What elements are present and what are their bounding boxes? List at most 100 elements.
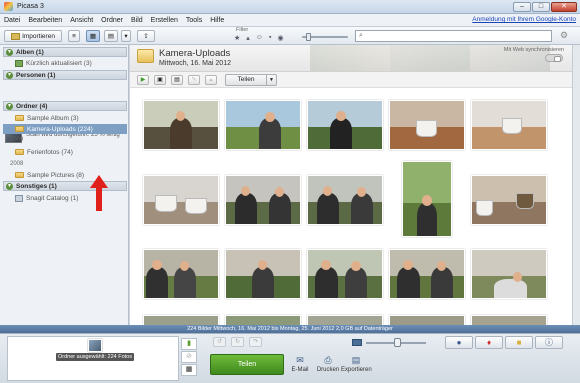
info-icon[interactable]: ⓘ xyxy=(535,336,563,349)
menu-bild[interactable]: Bild xyxy=(127,17,147,24)
photo-thumbnail[interactable] xyxy=(143,249,219,299)
rotate-right-icon[interactable]: ↻ xyxy=(231,337,244,347)
import-icon xyxy=(11,32,21,40)
clear-tray-icon[interactable]: ⊘ xyxy=(181,351,197,363)
menu-erstellen[interactable]: Erstellen xyxy=(147,17,182,24)
section-personen[interactable]: ▼ Personen (1) xyxy=(3,70,127,80)
tree-view-icon[interactable]: ▤ xyxy=(104,30,118,42)
maximize-button[interactable]: □ xyxy=(532,2,550,12)
photo-thumbnail[interactable] xyxy=(389,100,465,150)
scrollbar[interactable] xyxy=(572,45,580,325)
print-label: Drucken xyxy=(316,367,340,373)
google-account-link[interactable]: Anmeldung mit Ihrem Google-Konto xyxy=(472,16,576,23)
photo-thumbnail[interactable] xyxy=(389,249,465,299)
search-input[interactable]: ⌕ xyxy=(355,30,552,42)
collapse-icon[interactable]: ▼ xyxy=(6,182,13,190)
play-slideshow-icon[interactable]: ▶ xyxy=(137,75,149,85)
photo-thumbnail[interactable] xyxy=(307,100,383,150)
tags-icon[interactable]: ■ xyxy=(505,336,533,349)
album-share-label: Teilen xyxy=(237,76,255,83)
location-filter-icon[interactable]: ◉ xyxy=(277,34,283,42)
photo-thumbnail[interactable] xyxy=(143,175,219,225)
section-ordner[interactable]: ▼ Ordner (4) xyxy=(3,101,127,111)
star-filter-icon[interactable]: ★ xyxy=(234,34,240,42)
sidebar-item-recently-updated[interactable]: Kürzlich aktualisiert (3) xyxy=(3,58,127,68)
recent-album-icon xyxy=(15,59,23,67)
photo-thumbnail[interactable] xyxy=(471,100,547,150)
photo-thumbnail[interactable] xyxy=(389,315,465,325)
photo-tray-panel: Ordner ausgewählt: 224 Fotos ▮ ⊘ ▦ ↺ ↻ ↷… xyxy=(0,333,580,383)
minimize-button[interactable]: – xyxy=(513,2,531,12)
photo-thumbnail[interactable] xyxy=(225,175,301,225)
rotate-other-icon[interactable]: ↷ xyxy=(249,337,262,347)
photo-thumbnail[interactable] xyxy=(471,249,547,299)
export-button[interactable]: ▤ Exportieren xyxy=(341,355,372,374)
photo-thumbnail[interactable] xyxy=(143,315,219,325)
chevron-down-icon[interactable]: ▼ xyxy=(266,75,276,85)
email-label: E-Mail xyxy=(291,367,309,373)
gear-icon[interactable]: ⚙ xyxy=(557,30,571,42)
menu-bearbeiten[interactable]: Bearbeiten xyxy=(24,17,66,24)
photo-thumbnail[interactable] xyxy=(225,315,301,325)
share-button[interactable]: Teilen xyxy=(210,354,284,375)
people-icon[interactable]: ● xyxy=(445,336,473,349)
view-dropdown-icon[interactable]: ▾ xyxy=(121,30,131,42)
web-sync-toggle[interactable] xyxy=(545,54,563,62)
upload-icon[interactable]: ⇪ xyxy=(137,30,155,42)
photo-tray[interactable]: Ordner ausgewählt: 224 Fotos xyxy=(7,336,179,381)
section-ordner-label: Ordner (4) xyxy=(16,102,48,110)
photo-thumbnail[interactable] xyxy=(225,249,301,299)
photo-thumbnail[interactable] xyxy=(471,315,547,325)
album-share-button[interactable]: Teilen ▼ xyxy=(225,74,277,86)
photo-thumbnail[interactable] xyxy=(307,249,383,299)
photo-thumbnail[interactable] xyxy=(307,315,383,325)
collage-icon[interactable]: ▣ xyxy=(154,75,166,85)
photo-thumbnail[interactable] xyxy=(307,175,383,225)
upload-filter-icon[interactable]: ▴ xyxy=(246,34,250,42)
album-date: Mittwoch, 16. Mai 2012 xyxy=(159,60,231,67)
location-pin-icon[interactable]: ♦ xyxy=(475,336,503,349)
filter-slider-handle[interactable] xyxy=(306,33,311,41)
photo-grid xyxy=(130,88,572,325)
sidebar-item-label: Sample Pictures (8) xyxy=(27,171,85,179)
tray-folder-thumbnail xyxy=(88,339,102,352)
movie-icon[interactable]: ▤ xyxy=(171,75,183,85)
print-button[interactable]: ⎙ Drucken xyxy=(313,356,343,374)
thumbnail-size-slider[interactable] xyxy=(394,338,401,347)
main-toolbar: Importieren ≡ ▦ ▤ ▾ ⇪ Filter ★ ▴ ☺ ▪ ◉ ⌕… xyxy=(0,27,580,45)
collapse-icon[interactable]: ▼ xyxy=(6,71,13,79)
photo-thumbnail[interactable] xyxy=(402,161,452,237)
window-title: Picasa 3 xyxy=(17,3,44,10)
menu-ansicht[interactable]: Ansicht xyxy=(66,17,97,24)
rotate-left-icon[interactable]: ↺ xyxy=(213,337,226,347)
album-header: Kamera-Uploads Mittwoch, 16. Mai 2012 Mi… xyxy=(130,45,572,72)
sidebar-item-kamera-uploads[interactable]: Kamera-Uploads (224) xyxy=(3,124,127,134)
upload-album-icon[interactable]: ▴ xyxy=(205,75,217,85)
list-view-icon[interactable]: ≡ xyxy=(68,30,80,42)
section-alben[interactable]: ▼ Alben (1) xyxy=(3,47,127,57)
face-filter-icon[interactable]: ☺ xyxy=(256,34,263,42)
year-label: 2008 xyxy=(10,161,24,167)
edit-icon[interactable]: ✎ xyxy=(188,75,200,85)
menu-hilfe[interactable]: Hilfe xyxy=(206,17,228,24)
album-view: Kamera-Uploads Mittwoch, 16. Mai 2012 Mi… xyxy=(130,45,572,325)
menu-datei[interactable]: Datei xyxy=(0,17,24,24)
collapse-icon[interactable]: ▼ xyxy=(6,102,13,110)
add-to-album-icon[interactable]: ▦ xyxy=(181,364,197,376)
photo-thumbnail[interactable] xyxy=(225,100,301,150)
video-filter-icon[interactable]: ▪ xyxy=(269,34,271,42)
hold-icon[interactable]: ▮ xyxy=(181,338,197,350)
close-button[interactable]: ✕ xyxy=(551,2,577,12)
sidebar-item-label: Kamera-Uploads (224) xyxy=(27,125,93,133)
email-button[interactable]: ✉ E-Mail xyxy=(285,356,315,374)
import-button[interactable]: Importieren xyxy=(4,30,62,42)
menu-ordner[interactable]: Ordner xyxy=(97,17,127,24)
menu-tools[interactable]: Tools xyxy=(182,17,206,24)
export-icon: ▤ xyxy=(351,355,361,365)
collapse-icon[interactable]: ▼ xyxy=(6,48,13,56)
photo-thumbnail[interactable] xyxy=(143,100,219,150)
grid-view-icon[interactable]: ▦ xyxy=(86,30,100,42)
sidebar-item-ferienfotos[interactable]: Ferienfotos (74) xyxy=(3,147,127,157)
photo-thumbnail[interactable] xyxy=(471,175,547,225)
sidebar-item-sample-album[interactable]: Sample Album (3) xyxy=(3,113,127,123)
